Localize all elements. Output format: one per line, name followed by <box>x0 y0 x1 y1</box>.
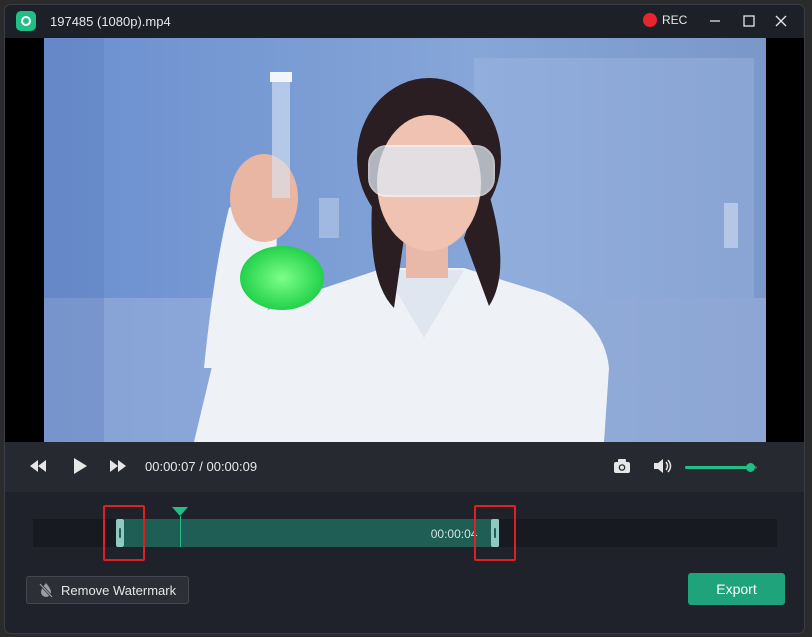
volume-slider[interactable] <box>685 463 757 472</box>
remove-watermark-button[interactable]: Remove Watermark <box>26 576 189 604</box>
play-button[interactable] <box>72 456 88 476</box>
playhead-line <box>180 516 182 547</box>
rewind-button[interactable] <box>29 459 47 473</box>
fast-forward-button[interactable] <box>109 459 127 473</box>
snapshot-button[interactable] <box>613 458 631 474</box>
volume-icon <box>654 459 672 473</box>
volume-slider-knob[interactable] <box>745 463 755 472</box>
rewind-icon <box>30 460 46 472</box>
volume-button[interactable] <box>653 458 673 474</box>
close-icon <box>775 15 787 27</box>
total-time: 00:00:09 <box>206 459 258 474</box>
maximize-button[interactable] <box>737 10 761 32</box>
export-label: Export <box>716 581 757 597</box>
start-handle-highlight-box <box>102 505 145 561</box>
rec-label: REC <box>662 13 688 27</box>
minimize-button[interactable] <box>703 10 727 32</box>
playback-controls: 00:00:07 / 00:00:09 <box>5 442 804 492</box>
record-icon <box>643 13 657 27</box>
current-time: 00:00:07 <box>145 459 196 474</box>
play-icon <box>74 458 87 474</box>
playhead-triangle-icon <box>172 507 189 516</box>
close-button[interactable] <box>769 10 793 32</box>
time-display: 00:00:07 / 00:00:09 <box>145 459 257 474</box>
title-bar: 197485 (1080p).mp4 REC <box>5 5 804 38</box>
rec-button[interactable]: REC <box>643 13 687 27</box>
player-window: 197485 (1080p).mp4 REC 00:00:07 / 00:00:… <box>5 5 804 633</box>
window-title: 197485 (1080p).mp4 <box>50 14 171 29</box>
camera-icon <box>614 459 630 473</box>
remove-watermark-label: Remove Watermark <box>61 582 177 598</box>
video-frame <box>44 38 766 442</box>
end-handle-highlight-box <box>473 505 516 561</box>
minimize-icon <box>710 20 720 22</box>
time-separator: / <box>199 459 203 474</box>
fast-forward-icon <box>110 460 126 472</box>
export-button[interactable]: Export <box>688 573 785 605</box>
maximize-icon <box>743 15 755 27</box>
video-viewport[interactable] <box>5 38 804 442</box>
volume-slider-fill <box>685 466 750 469</box>
video-still-scientist <box>44 38 766 442</box>
no-watermark-icon <box>39 583 53 598</box>
trim-duration-label: 00:00:04 <box>430 527 478 541</box>
app-logo-icon <box>16 11 36 31</box>
